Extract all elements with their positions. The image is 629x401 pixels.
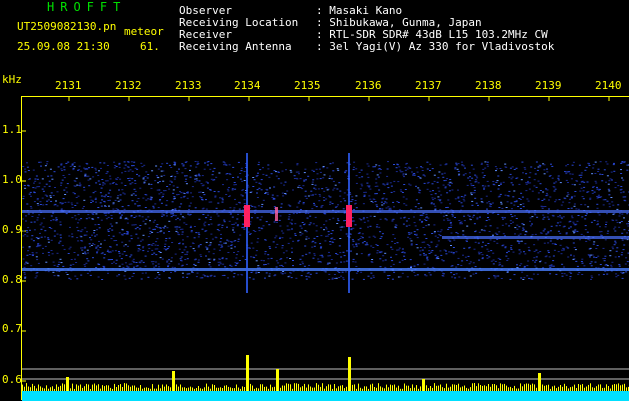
- x-tick-label: 2132: [115, 80, 145, 92]
- meteor-echo: [244, 205, 250, 227]
- x-tick-label: 2139: [535, 80, 561, 92]
- spectrogram-plot: [21, 96, 629, 400]
- y-tick-label: 1.1: [2, 124, 22, 136]
- signal-spikes: [22, 383, 629, 391]
- signal-spike: [66, 377, 69, 391]
- carrier-line: [22, 210, 629, 213]
- x-tick-label: 2135: [294, 80, 320, 92]
- noise-band: [22, 161, 629, 280]
- signal-spike: [538, 373, 541, 391]
- meteor-echo: [275, 207, 278, 221]
- signal-spike: [246, 355, 249, 391]
- signal-spike: [172, 371, 175, 391]
- signal-spike: [422, 379, 425, 391]
- spectrogram-canvas: [22, 97, 629, 401]
- antenna-label: Receiving Antenna: [179, 41, 292, 53]
- y-tick-label: 0.9: [2, 224, 22, 236]
- x-tick-label: 2140: [595, 80, 625, 92]
- axis-unit-label: kHz: [2, 74, 22, 86]
- meteor-echo: [346, 205, 352, 227]
- y-tick-label: 0.6: [2, 374, 22, 386]
- x-tick-label: 2137: [415, 80, 441, 92]
- carrier-line: [442, 236, 629, 239]
- x-tick-label: 2138: [475, 80, 501, 92]
- app-title: HROFFT: [47, 1, 126, 13]
- x-tick-label: 2134: [234, 80, 260, 92]
- signal-spike: [276, 369, 279, 391]
- signal-spike: [348, 357, 351, 391]
- x-tick-label: 2136: [355, 80, 381, 92]
- y-tick-label: 0.7: [2, 323, 22, 335]
- x-tick-label: 2131: [55, 80, 85, 92]
- x-tick-label: 2133: [175, 80, 205, 92]
- y-tick-label: 1.0: [2, 174, 22, 186]
- file-name: UT2509082130.pn: [17, 21, 116, 33]
- antenna-value: : 3el Yagi(V) Az 330 for Vladivostok: [316, 41, 554, 53]
- y-tick-label: 0.8: [2, 274, 22, 286]
- date-time: 25.09.08 21:30: [17, 41, 110, 53]
- carrier-line: [22, 268, 629, 271]
- event-count: 61.: [140, 41, 160, 53]
- event-label: meteor: [124, 26, 164, 38]
